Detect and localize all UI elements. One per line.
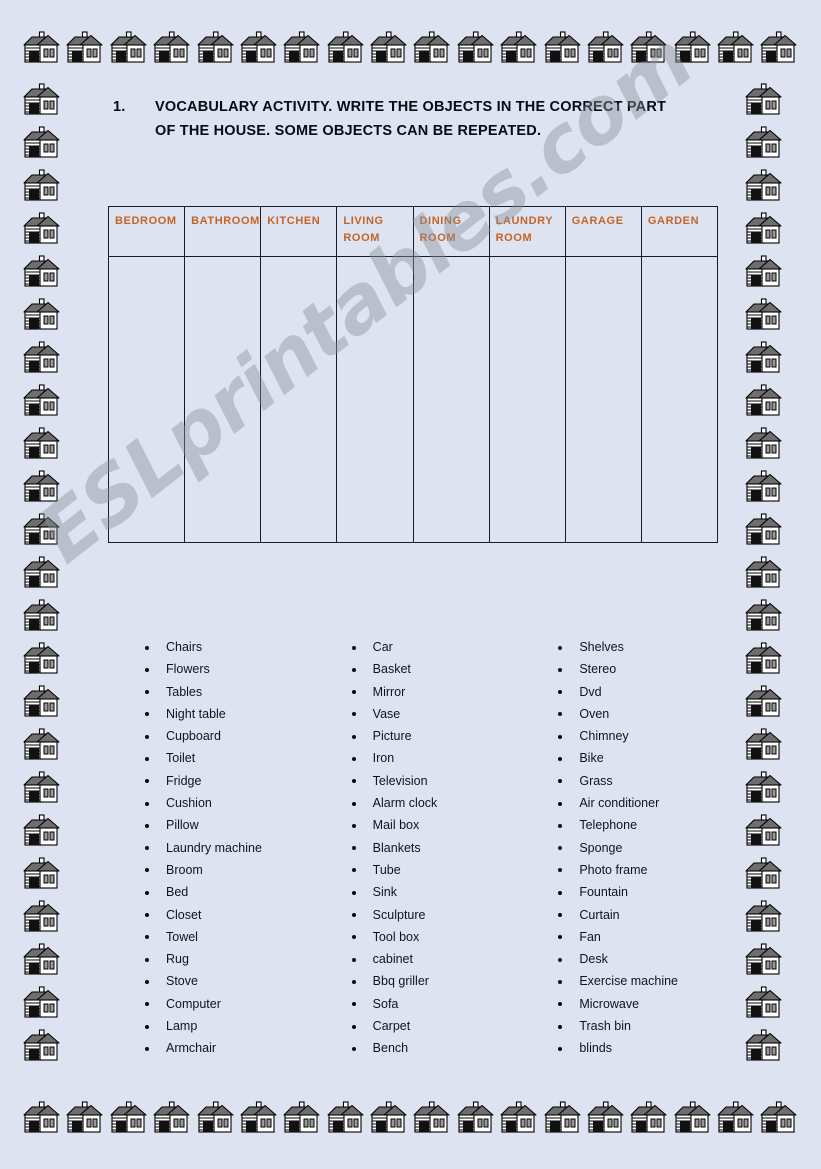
word-item: Sofa: [347, 993, 554, 1015]
word-item: Cushion: [140, 792, 347, 814]
word-item: Stove: [140, 970, 347, 992]
word-item: Exercise machine: [553, 970, 760, 992]
word-item: Pillow: [140, 814, 347, 836]
word-item: Toilet: [140, 747, 347, 769]
word-list-3: Shelves Stereo Dvd Oven Chimney Bike Grass Air …: [553, 636, 760, 1060]
answer-cell-garage[interactable]: [564, 256, 642, 543]
word-item: Cupboard: [140, 725, 347, 747]
word-item: Blankets: [347, 837, 554, 859]
word-item: Towel: [140, 926, 347, 948]
word-item: Closet: [140, 904, 347, 926]
word-item: blinds: [553, 1037, 760, 1059]
word-item: Chairs: [140, 636, 347, 658]
word-item: Bed: [140, 881, 347, 903]
vocabulary-table: BEDROOM BATHROOM KITCHEN LIVING ROOM DIN…: [107, 206, 719, 543]
word-item: Fountain: [553, 881, 760, 903]
instruction-text: VOCABULARY ACTIVITY. WRITE THE OBJECTS I…: [155, 99, 667, 139]
word-item: Rug: [140, 948, 347, 970]
word-item: Trash bin: [553, 1015, 760, 1037]
word-item: Grass: [553, 770, 760, 792]
word-item: Armchair: [140, 1037, 347, 1059]
instruction-number: 1.: [113, 99, 126, 115]
word-item: Telephone: [553, 814, 760, 836]
word-item: Flowers: [140, 658, 347, 680]
word-item: Picture: [347, 725, 554, 747]
word-item: Car: [347, 636, 554, 658]
column-header-bedroom: BEDROOM: [107, 206, 186, 257]
word-item: Tube: [347, 859, 554, 881]
answer-cell-bathroom[interactable]: [184, 256, 262, 543]
column-header-garage: GARAGE: [564, 206, 642, 257]
word-item: Laundry machine: [140, 837, 347, 859]
table-row: [107, 256, 719, 543]
word-item: Shelves: [553, 636, 760, 658]
word-column-3: Shelves Stereo Dvd Oven Chimney Bike Grass Air …: [553, 636, 760, 1060]
table-header-row: BEDROOM BATHROOM KITCHEN LIVING ROOM DIN…: [107, 206, 719, 257]
worksheet-page: 1. VOCABULARY ACTIVITY. WRITE THE OBJECT…: [0, 0, 821, 1169]
column-header-bathroom: BATHROOM: [184, 206, 262, 257]
word-item: Vase: [347, 703, 554, 725]
worksheet-content: 1. VOCABULARY ACTIVITY. WRITE THE OBJECT…: [0, 0, 821, 1169]
answer-cell-laundry-room[interactable]: [488, 256, 566, 543]
word-item: Curtain: [553, 904, 760, 926]
word-item: Mirror: [347, 681, 554, 703]
instruction-block: 1. VOCABULARY ACTIVITY. WRITE THE OBJECT…: [113, 96, 673, 144]
column-header-kitchen: KITCHEN: [260, 206, 338, 257]
word-item: Desk: [553, 948, 760, 970]
word-item: Television: [347, 770, 554, 792]
word-column-1: Chairs Flowers Tables Night table Cupboard To…: [140, 636, 347, 1060]
word-item: Alarm clock: [347, 792, 554, 814]
word-item: Air conditioner: [553, 792, 760, 814]
column-header-dining-room: DINING ROOM: [412, 206, 490, 257]
column-header-laundry-room: LAUNDRY ROOM: [488, 206, 566, 257]
word-item: Fan: [553, 926, 760, 948]
word-bank: Chairs Flowers Tables Night table Cupboard To…: [140, 636, 760, 1060]
word-item: Bbq griller: [347, 970, 554, 992]
answer-cell-garden[interactable]: [640, 256, 719, 543]
word-item: Lamp: [140, 1015, 347, 1037]
answer-cell-bedroom[interactable]: [107, 256, 186, 543]
word-item: Dvd: [553, 681, 760, 703]
word-item: Tool box: [347, 926, 554, 948]
word-item: Stereo: [553, 658, 760, 680]
word-item: Basket: [347, 658, 554, 680]
word-item: Sink: [347, 881, 554, 903]
answer-cell-dining-room[interactable]: [412, 256, 490, 543]
word-item: Sponge: [553, 837, 760, 859]
word-item: Computer: [140, 993, 347, 1015]
word-item: Bench: [347, 1037, 554, 1059]
answer-cell-living-room[interactable]: [336, 256, 414, 543]
word-item: Iron: [347, 747, 554, 769]
word-column-2: Car Basket Mirror Vase Picture Iron Television…: [347, 636, 554, 1060]
word-item: Broom: [140, 859, 347, 881]
word-item: Bike: [553, 747, 760, 769]
word-item: Sculpture: [347, 904, 554, 926]
word-item: Carpet: [347, 1015, 554, 1037]
word-item: Oven: [553, 703, 760, 725]
word-item: Microwave: [553, 993, 760, 1015]
word-item: Fridge: [140, 770, 347, 792]
word-item: Tables: [140, 681, 347, 703]
word-item: cabinet: [347, 948, 554, 970]
column-header-living-room: LIVING ROOM: [336, 206, 414, 257]
word-item: Mail box: [347, 814, 554, 836]
answer-cell-kitchen[interactable]: [260, 256, 338, 543]
word-list-2: Car Basket Mirror Vase Picture Iron Television…: [347, 636, 554, 1060]
word-item: Chimney: [553, 725, 760, 747]
column-header-garden: GARDEN: [640, 206, 719, 257]
word-item: Photo frame: [553, 859, 760, 881]
word-item: Night table: [140, 703, 347, 725]
word-list-1: Chairs Flowers Tables Night table Cupboard To…: [140, 636, 347, 1060]
